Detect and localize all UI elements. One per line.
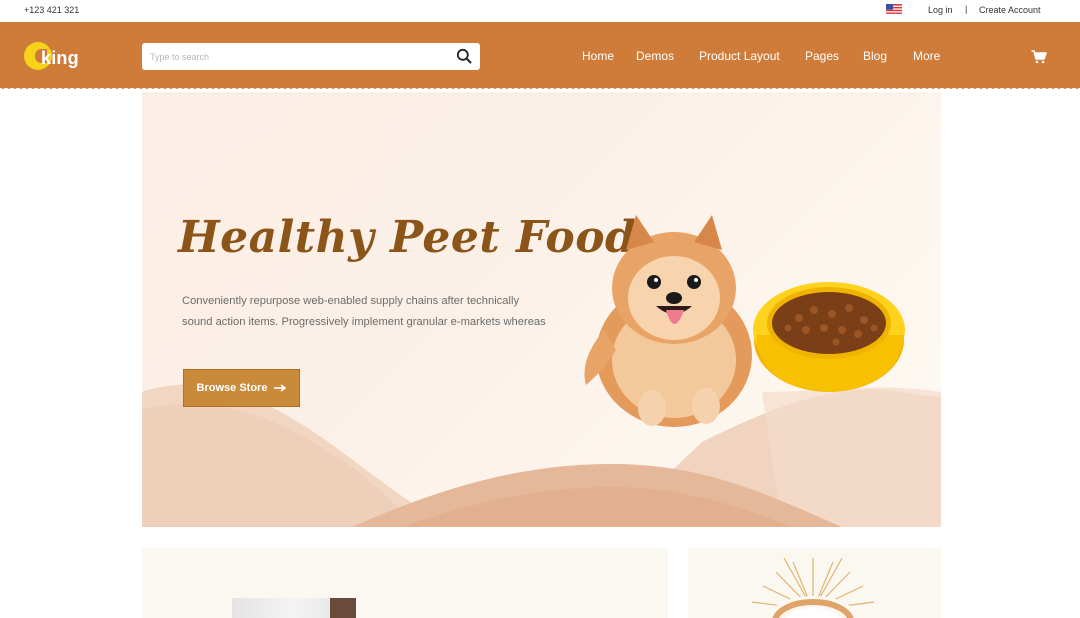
nav-more[interactable]: More — [913, 49, 940, 63]
search-icon[interactable] — [456, 48, 472, 64]
dog-with-food-bowl-image — [584, 215, 905, 427]
browse-store-button[interactable]: Browse Store — [183, 369, 300, 407]
nav-pages[interactable]: Pages — [805, 49, 839, 63]
logo-text: king — [41, 48, 79, 68]
create-account-link[interactable]: Create Account — [979, 5, 1041, 15]
arrow-right-icon — [274, 384, 287, 392]
nav-demos[interactable]: Demos — [636, 49, 674, 63]
topbar: +123 421 321 Log in | Create Account — [0, 0, 1080, 22]
flag-us-icon[interactable] — [886, 4, 902, 15]
nav-product-layout[interactable]: Product Layout — [699, 49, 780, 63]
hero-banner: Healthy Peet Food Conveniently repurpose… — [142, 92, 941, 527]
phone-number: +123 421 321 — [24, 5, 80, 15]
nav-blog[interactable]: Blog — [863, 49, 887, 63]
site-logo[interactable]: king — [24, 42, 104, 72]
hero-title: Healthy Peet Food — [178, 212, 637, 263]
hero-description: Conveniently repurpose web-enabled suppl… — [182, 295, 546, 328]
nav-home[interactable]: Home — [582, 49, 614, 63]
login-link[interactable]: Log in — [928, 5, 953, 15]
search-box — [142, 43, 480, 70]
cart-icon[interactable] — [1031, 50, 1047, 64]
browse-store-label: Browse Store — [196, 382, 268, 394]
search-input[interactable] — [150, 49, 440, 65]
topbar-separator: | — [965, 4, 968, 14]
